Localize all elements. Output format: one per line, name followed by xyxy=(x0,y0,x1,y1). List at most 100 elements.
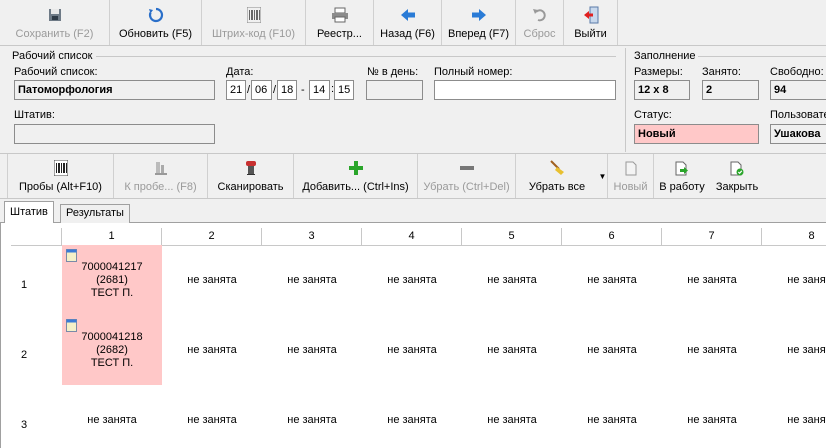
date-month-field[interactable]: 06 xyxy=(251,80,272,100)
minus-icon xyxy=(457,159,477,177)
column-header[interactable]: 4 xyxy=(362,228,462,246)
tab-results[interactable]: Результаты xyxy=(60,204,130,223)
registry-button[interactable]: Реестр... xyxy=(306,0,374,45)
rack-cell-empty[interactable]: не занята xyxy=(662,245,762,315)
rack-cell-empty[interactable]: не занята xyxy=(62,385,162,448)
rack-cell-empty[interactable]: не занята xyxy=(762,245,826,315)
add-button[interactable]: Добавить... (Ctrl+Ins) xyxy=(294,154,418,198)
rack-cell-empty[interactable]: не занята xyxy=(762,315,826,385)
rack-cell-empty[interactable]: не занята xyxy=(162,245,262,315)
date-label: Дата: xyxy=(226,66,254,78)
group-divider xyxy=(96,56,616,57)
to-work-button[interactable]: В работу xyxy=(654,154,710,198)
rack-cell-empty[interactable]: не занята xyxy=(662,315,762,385)
rack-cell-empty[interactable]: не занята xyxy=(462,385,562,448)
date-time-separator: - xyxy=(301,84,305,96)
status-label: Статус: xyxy=(634,109,672,121)
sample-line3: ТЕСТ П. xyxy=(90,356,134,369)
sample-line1: 7000041217 xyxy=(81,260,143,273)
reset-button[interactable]: Сброс xyxy=(516,0,564,45)
rack-cell-empty[interactable]: не занята xyxy=(162,385,262,448)
refresh-button-label: Обновить (F5) xyxy=(118,28,193,40)
occupied-label: Занято: xyxy=(702,66,741,78)
empty-cell-label: не занята xyxy=(787,413,826,426)
rack-cell-empty[interactable]: не занята xyxy=(362,385,462,448)
rack-cell-empty[interactable]: не занята xyxy=(362,315,462,385)
tab-rack[interactable]: Штатив xyxy=(4,201,54,224)
exit-button[interactable]: Выйти xyxy=(564,0,618,45)
rack-cell-empty[interactable]: не занята xyxy=(262,385,362,448)
barcode-icon xyxy=(51,159,71,177)
column-header[interactable]: 7 xyxy=(662,228,762,246)
save-button[interactable]: Сохранить (F2) xyxy=(0,0,110,45)
add-button-label: Добавить... (Ctrl+Ins) xyxy=(302,181,409,193)
new-button-label: Новый xyxy=(613,181,648,193)
column-header[interactable]: 8 xyxy=(762,228,826,246)
samples-button[interactable]: Пробы (Alt+F10) xyxy=(8,154,114,198)
plus-icon xyxy=(346,159,366,177)
samples-button-label: Пробы (Alt+F10) xyxy=(19,181,102,193)
rack-cell-empty[interactable]: не занята xyxy=(262,245,362,315)
rack-cell-empty[interactable]: не занята xyxy=(362,245,462,315)
row-header: 1 xyxy=(21,279,28,291)
rack-cell-occupied[interactable]: 7000041217 (2681) ТЕСТ П. xyxy=(62,245,162,315)
column-header[interactable]: 3 xyxy=(262,228,362,246)
grid-corner-header xyxy=(11,228,62,246)
rack-cell-empty[interactable]: не занята xyxy=(562,315,662,385)
group-divider xyxy=(698,56,826,57)
full-number-field[interactable] xyxy=(434,80,616,100)
barcode-button[interactable]: Штрих-код (F10) xyxy=(202,0,306,45)
rack-cell-empty[interactable]: не занята xyxy=(562,385,662,448)
new-button[interactable]: Новый xyxy=(608,154,654,198)
lab-icon xyxy=(151,159,171,177)
rack-cell-empty[interactable]: не занята xyxy=(462,245,562,315)
rack-cell-empty[interactable]: не занята xyxy=(662,385,762,448)
per-day-field[interactable] xyxy=(366,80,423,100)
date-year-field[interactable]: 18 xyxy=(277,80,297,100)
filling-group-title: Заполнение xyxy=(634,50,696,62)
column-header[interactable]: 6 xyxy=(562,228,662,246)
full-number-label: Полный номер: xyxy=(434,66,513,78)
time-minute-field[interactable]: 15 xyxy=(334,80,354,100)
reset-button-label: Сброс xyxy=(523,28,556,40)
time-hour-field[interactable]: 14 xyxy=(309,80,330,100)
rack-field[interactable] xyxy=(14,124,215,144)
scan-button-label: Сканировать xyxy=(217,181,284,193)
empty-cell-label: не занята xyxy=(187,343,237,356)
empty-cell-label: не занята xyxy=(187,273,237,286)
per-day-label: № в день: xyxy=(367,66,419,78)
back-button-label: Назад (F6) xyxy=(380,28,435,40)
forward-button[interactable]: Вперед (F7) xyxy=(442,0,516,45)
refresh-button[interactable]: Обновить (F5) xyxy=(110,0,202,45)
date-separator: / xyxy=(273,84,277,96)
rack-cell-empty[interactable]: не занята xyxy=(162,315,262,385)
document-arrow-icon xyxy=(672,159,692,177)
empty-cell-label: не занята xyxy=(387,413,437,426)
empty-cell-label: не занята xyxy=(87,413,137,426)
sample-line3: ТЕСТ П. xyxy=(90,286,134,299)
column-header[interactable]: 2 xyxy=(162,228,262,246)
to-sample-button[interactable]: К пробе... (F8) xyxy=(114,154,208,198)
arrow-right-icon xyxy=(469,6,489,24)
printer-icon xyxy=(330,6,350,24)
date-day-field[interactable]: 21 xyxy=(226,80,246,100)
scan-button[interactable]: Сканировать xyxy=(208,154,294,198)
sample-line1: 7000041218 xyxy=(81,330,143,343)
undo-icon xyxy=(530,6,550,24)
rack-cell-empty[interactable]: не занята xyxy=(562,245,662,315)
remove-all-dropdown[interactable]: ▼ xyxy=(598,154,608,198)
rack-cell-occupied[interactable]: 7000041218 (2682) ТЕСТ П. xyxy=(62,315,162,385)
column-header[interactable]: 5 xyxy=(462,228,562,246)
rack-cell-empty[interactable]: не занята xyxy=(762,385,826,448)
remove-button[interactable]: Убрать (Ctrl+Del) xyxy=(418,154,516,198)
rack-cell-empty[interactable]: не занята xyxy=(262,315,362,385)
remove-all-button[interactable]: Убрать все xyxy=(516,154,598,198)
empty-cell-label: не занята xyxy=(687,343,737,356)
column-header[interactable]: 1 xyxy=(62,228,162,246)
exit-button-label: Выйти xyxy=(574,28,607,40)
worklist-field[interactable]: Патоморфология xyxy=(14,80,215,100)
back-button[interactable]: Назад (F6) xyxy=(374,0,442,45)
close-button[interactable]: Закрыть xyxy=(710,154,764,198)
rack-cell-empty[interactable]: не занята xyxy=(462,315,562,385)
empty-cell-label: не занята xyxy=(487,343,537,356)
